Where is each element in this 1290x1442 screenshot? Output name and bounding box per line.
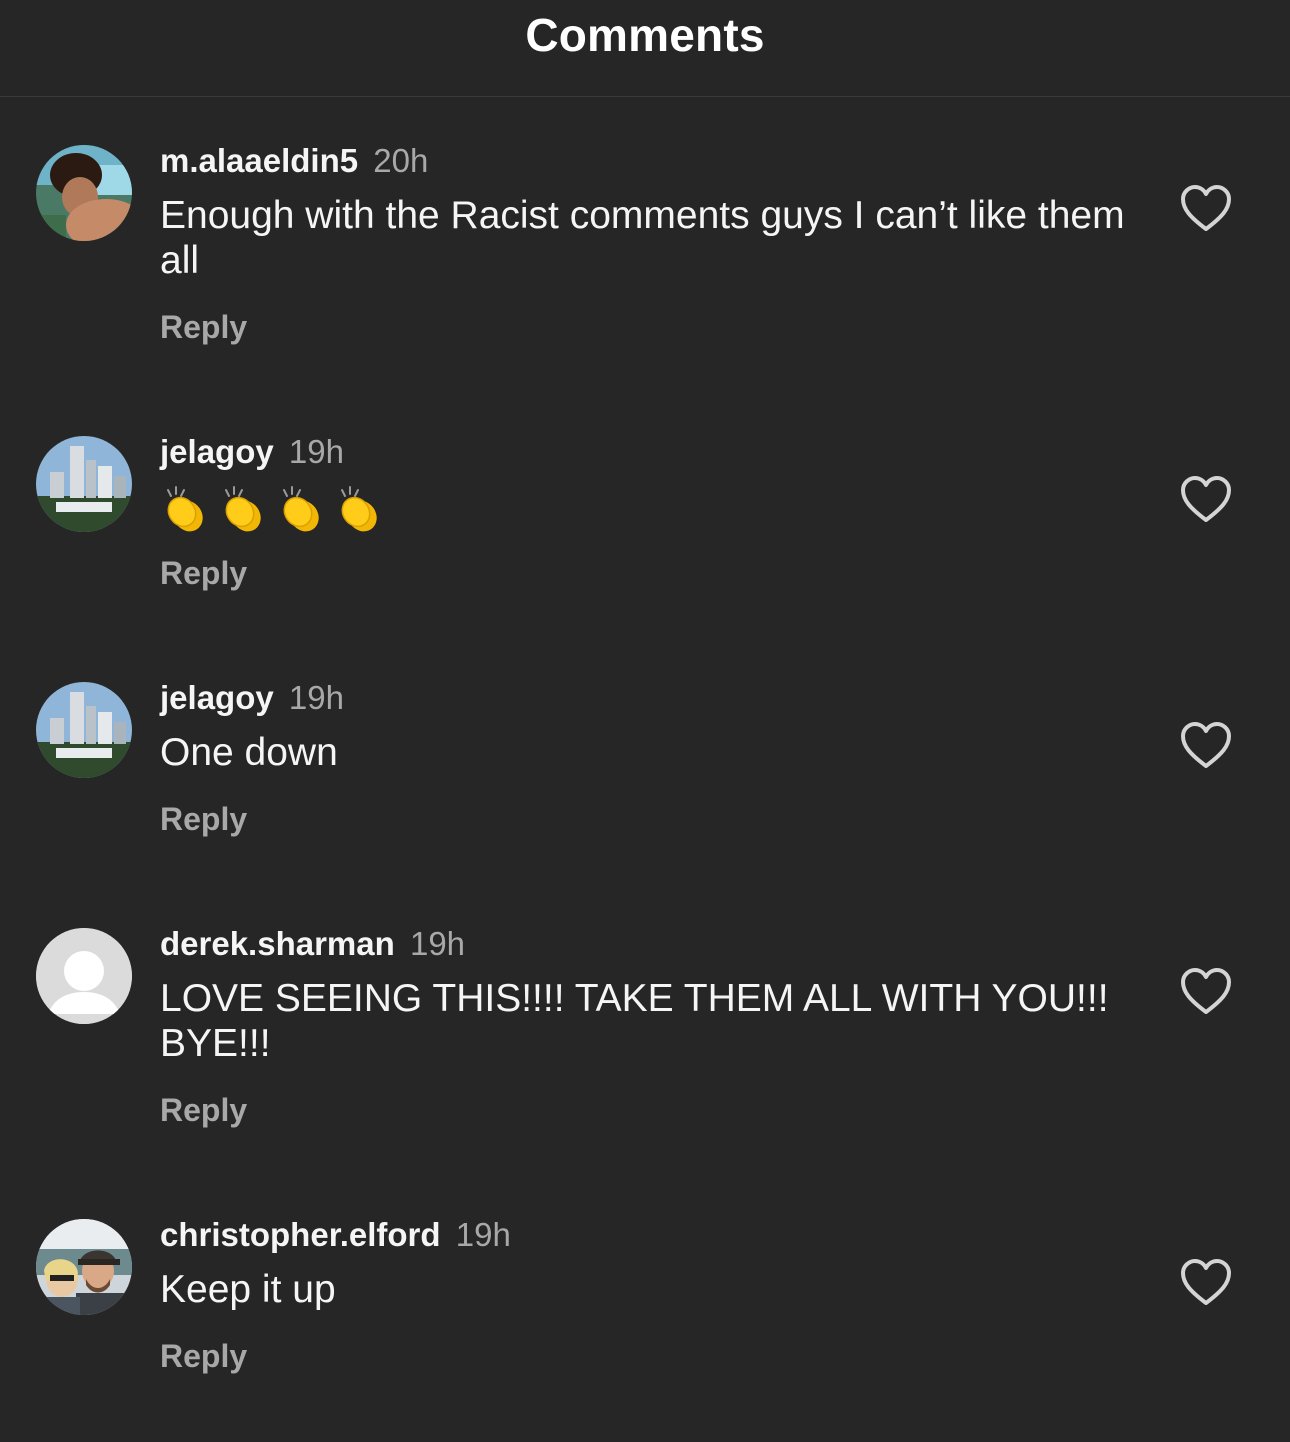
emoji-row [160,484,1140,534]
reply-button[interactable]: Reply [160,801,247,838]
comment-item: derek.sharman 19h LOVE SEEING THIS!!!! T… [0,925,1290,1158]
comment-timestamp: 20h [373,142,429,179]
avatar[interactable] [36,682,132,778]
comments-header: Comments [0,0,1290,97]
avatar[interactable] [36,145,132,241]
like-button[interactable] [1180,968,1232,1016]
avatar[interactable] [36,928,132,1024]
comment-meta: jelagoy 19h [160,679,344,722]
avatar[interactable] [36,1219,132,1315]
comment-item: jelagoy 19h One down Reply [0,679,1290,862]
username-link[interactable]: jelagoy [160,679,274,716]
comment-item: christopher.elford 19h Keep it up Reply [0,1216,1290,1399]
heart-outline-icon [1181,476,1231,522]
comment-meta: christopher.elford 19h [160,1216,511,1259]
page-title: Comments [525,9,765,61]
comment-timestamp: 19h [288,679,344,716]
comment-text: LOVE SEEING THIS!!!! TAKE THEM ALL WITH … [160,977,1109,1065]
username-link[interactable]: derek.sharman [160,925,395,962]
heart-outline-icon [1181,185,1231,231]
like-button[interactable] [1180,1259,1232,1307]
reply-button[interactable]: Reply [160,1338,247,1375]
comment-meta: jelagoy 19h [160,433,344,476]
comment-item: jelagoy 19h Reply [0,433,1290,616]
clapping-hands-icon [167,486,203,532]
comment-timestamp: 19h [288,433,344,470]
comment-item: m.alaaeldin5 20h Enough with the Racist … [0,142,1290,375]
username-link[interactable]: christopher.elford [160,1216,441,1253]
reply-button[interactable]: Reply [160,1092,247,1129]
comment-timestamp: 19h [409,925,466,962]
reply-button[interactable]: Reply [160,309,247,346]
heart-outline-icon [1181,1259,1231,1305]
like-button[interactable] [1180,476,1232,524]
username-link[interactable]: jelagoy [160,433,274,470]
clapping-hands-icon [283,486,319,532]
comment-timestamp: 19h [455,1216,511,1253]
reply-button[interactable]: Reply [160,555,247,592]
heart-outline-icon [1181,968,1231,1014]
like-button[interactable] [1180,185,1232,233]
default-avatar-icon [36,928,132,1024]
comment-text: One down [160,731,338,774]
clapping-hands-icon [341,486,377,532]
comment-text: Enough with the Racist comments guys I c… [160,194,1125,282]
comment-meta: m.alaaeldin5 20h [160,142,429,185]
like-button[interactable] [1180,722,1232,770]
comment-meta: derek.sharman 19h [160,925,466,968]
avatar[interactable] [36,436,132,532]
comment-text: Keep it up [160,1268,336,1311]
heart-outline-icon [1181,722,1231,768]
comment-text [160,482,1140,534]
clapping-hands-icon [225,486,261,532]
username-link[interactable]: m.alaaeldin5 [160,142,358,179]
